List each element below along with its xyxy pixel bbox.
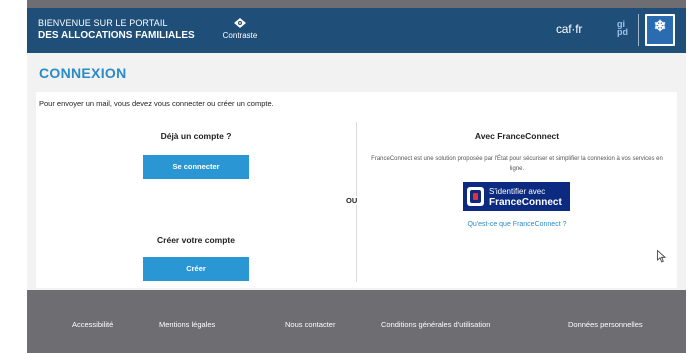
- franceconnect-logo-icon: [467, 187, 484, 206]
- create-account-button[interactable]: Créer: [143, 257, 249, 281]
- gip-logo[interactable]: gi pd: [617, 20, 628, 37]
- brand-line2: DES ALLOCATIONS FAMILIALES: [38, 30, 195, 41]
- what-is-franceconnect-link[interactable]: Qu'est-ce que FranceConnect ?: [357, 221, 677, 228]
- create-account-heading: Créer votre compte: [157, 235, 235, 245]
- franceconnect-logo-accent: [473, 193, 478, 200]
- caf-fr-logo[interactable]: caf·fr: [556, 22, 582, 36]
- franceconnect-button-line1: S'identifier avec: [489, 187, 546, 196]
- title-band: CONNEXION: [27, 53, 686, 87]
- site-header: BIENVENUE SUR LE PORTAIL DES ALLOCATIONS…: [27, 8, 686, 53]
- window-frame-left: [0, 0, 27, 353]
- franceconnect-button-line2: FranceConnect: [489, 197, 562, 208]
- contrast-label: Contraste: [222, 31, 258, 40]
- snowflake-logo-icon: ❄: [653, 18, 667, 35]
- brand-line1: BIENVENUE SUR LE PORTAIL: [38, 18, 168, 28]
- main-area: Pour envoyer un mail, vous devez vous co…: [27, 87, 686, 290]
- gip-logo-line2: pd: [617, 27, 628, 37]
- footer-link-contact[interactable]: Nous contacter: [285, 320, 335, 329]
- page-title: CONNEXION: [39, 65, 127, 81]
- franceconnect-heading: Avec FranceConnect: [474, 131, 560, 141]
- portal-home-link[interactable]: BIENVENUE SUR LE PORTAIL DES ALLOCATIONS…: [38, 18, 195, 41]
- window-frame-right: [686, 0, 697, 353]
- footer-link-accessibilite[interactable]: Accessibilité: [72, 320, 113, 329]
- franceconnect-description: FranceConnect est une solution proposée …: [371, 156, 663, 172]
- contrast-toggle[interactable]: Contraste: [219, 18, 261, 40]
- securite-sociale-logo[interactable]: ❄: [645, 14, 675, 46]
- footer-link-mentions-legales[interactable]: Mentions légales: [159, 320, 215, 329]
- franceconnect-column: Avec FranceConnect FranceConnect est une…: [357, 92, 677, 288]
- login-card: Pour envoyer un mail, vous devez vous co…: [36, 92, 677, 288]
- login-button[interactable]: Se connecter: [143, 155, 249, 179]
- screen: BIENVENUE SUR LE PORTAIL DES ALLOCATIONS…: [0, 0, 697, 353]
- site-footer: Accessibilité Mentions légales Nous cont…: [27, 302, 686, 353]
- footer-link-cgu[interactable]: Conditions générales d'utilisation: [381, 320, 490, 329]
- eye-icon: [234, 18, 246, 28]
- existing-account-heading: Déjà un compte ?: [160, 131, 232, 141]
- footer-link-donnees-personnelles[interactable]: Données personnelles: [568, 320, 643, 329]
- securite-sociale-logo-bg: ❄: [647, 16, 673, 44]
- account-column: Déjà un compte ? Se connecter Créer votr…: [36, 92, 356, 288]
- mouse-pointer-icon: [657, 250, 666, 263]
- franceconnect-button[interactable]: S'identifier avec FranceConnect: [463, 182, 570, 211]
- header-separator: [638, 14, 639, 46]
